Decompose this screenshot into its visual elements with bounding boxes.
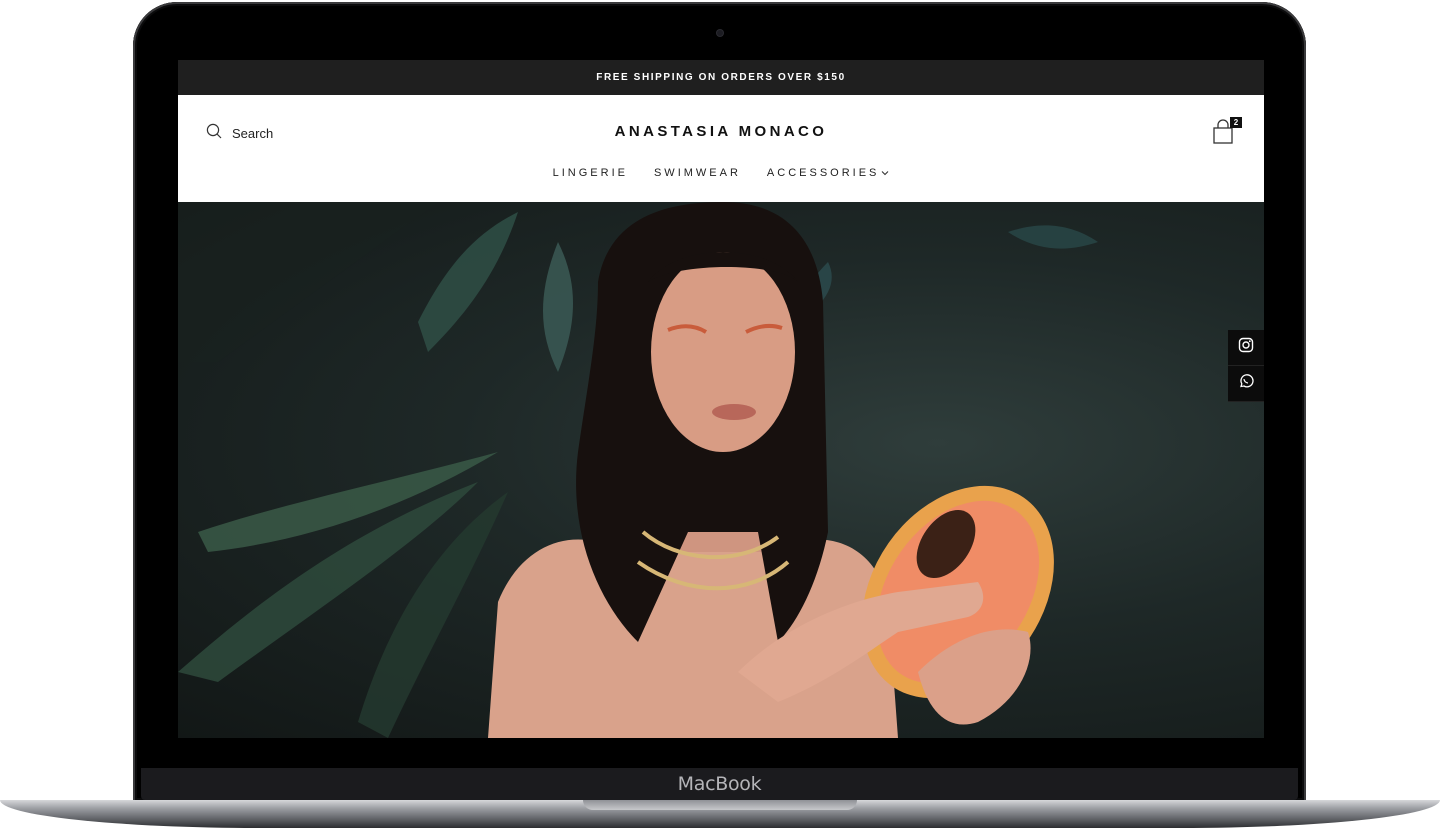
nav-item-label: ACCESSORIES	[766, 167, 880, 179]
site-logo[interactable]: ANASTASIA MONACO	[178, 123, 1264, 140]
instagram-button[interactable]	[1228, 330, 1264, 366]
laptop-chin: MacBook	[141, 768, 1298, 800]
social-sidebar	[1228, 330, 1264, 402]
chevron-down-icon	[881, 167, 889, 179]
hero-image	[178, 202, 1098, 738]
device-label: MacBook	[677, 773, 762, 795]
announcement-bar: FREE SHIPPING ON ORDERS OVER $150	[178, 60, 1264, 95]
nav-item-swimwear[interactable]: SWIMWEAR	[654, 167, 741, 179]
nav-item-lingerie[interactable]: LINGERIE	[553, 167, 628, 179]
hero-video[interactable]	[178, 202, 1264, 738]
whatsapp-button[interactable]	[1228, 366, 1264, 402]
nav-item-label: LINGERIE	[552, 167, 628, 179]
instagram-icon	[1238, 337, 1254, 358]
main-nav: LINGERIE SWIMWEAR ACCESSORIES	[178, 167, 1264, 179]
browser-screen: FREE SHIPPING ON ORDERS OVER $150 Search…	[178, 60, 1264, 738]
laptop-hinge-notch	[583, 800, 857, 810]
nav-item-accessories[interactable]: ACCESSORIES	[767, 167, 889, 179]
whatsapp-icon	[1238, 373, 1254, 394]
camera-icon	[717, 30, 723, 36]
shopping-bag-icon	[1212, 119, 1234, 149]
cart-button[interactable]: 2	[1212, 117, 1242, 145]
cart-count-badge: 2	[1230, 117, 1242, 128]
nav-item-label: SWIMWEAR	[653, 167, 741, 179]
site-header: Search ANASTASIA MONACO 2 LINGERIE SWIMW…	[178, 95, 1264, 202]
announcement-text: FREE SHIPPING ON ORDERS OVER $150	[596, 72, 846, 83]
